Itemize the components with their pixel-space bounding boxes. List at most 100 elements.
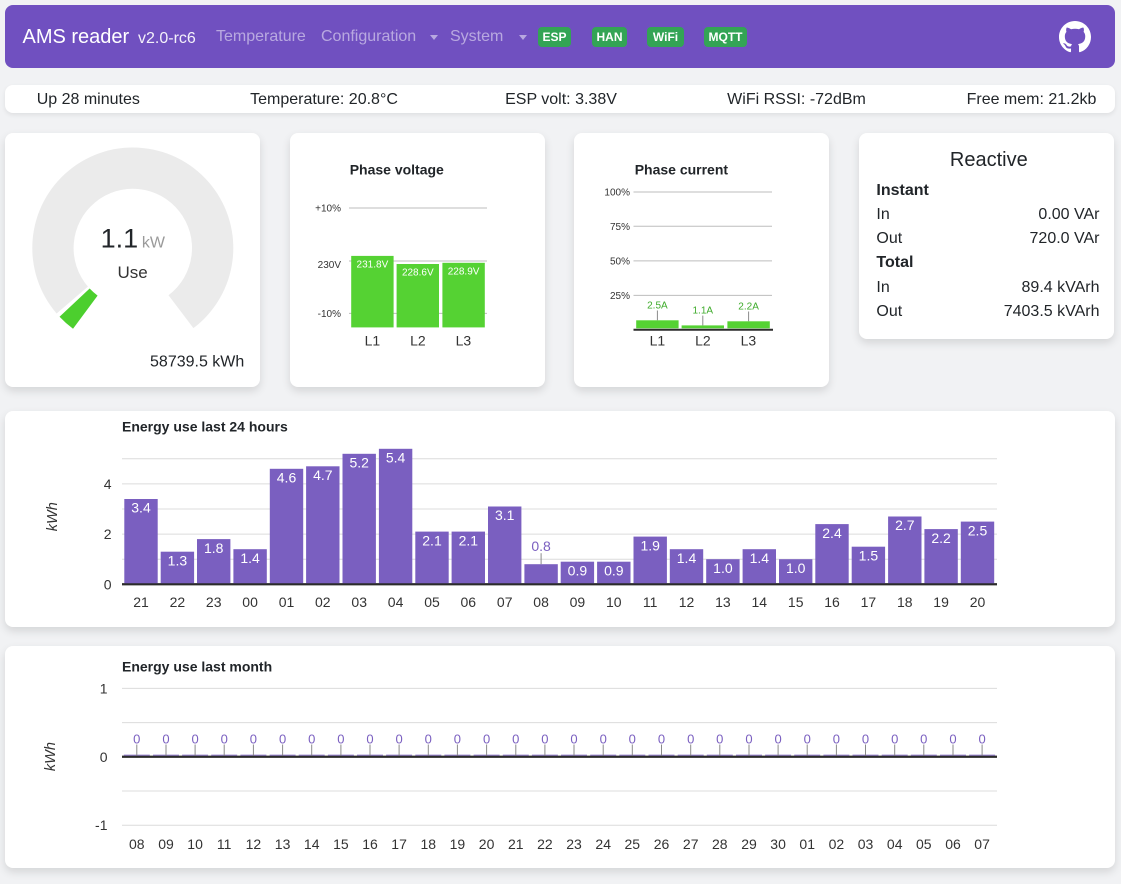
svg-text:04: 04 (388, 594, 404, 610)
svg-text:-1: -1 (95, 817, 108, 833)
svg-text:10: 10 (606, 594, 622, 610)
svg-text:50%: 50% (610, 257, 630, 268)
svg-text:1: 1 (100, 680, 108, 696)
svg-text:27: 27 (683, 836, 699, 852)
svg-text:18: 18 (897, 594, 913, 610)
svg-text:0: 0 (949, 732, 956, 747)
svg-text:0: 0 (687, 732, 694, 747)
svg-text:0.8: 0.8 (531, 538, 551, 554)
svg-text:0: 0 (133, 732, 140, 747)
svg-text:01: 01 (279, 594, 295, 610)
svg-text:23: 23 (566, 836, 582, 852)
svg-text:kWh: kWh (43, 742, 59, 771)
svg-text:1.0: 1.0 (713, 560, 733, 576)
svg-text:26: 26 (654, 836, 670, 852)
svg-text:03: 03 (351, 594, 367, 610)
svg-text:13: 13 (715, 594, 731, 610)
svg-text:228.6V: 228.6V (402, 268, 434, 279)
svg-text:Use: Use (117, 263, 147, 282)
svg-text:0.9: 0.9 (604, 562, 624, 578)
svg-text:0: 0 (716, 732, 723, 747)
svg-text:0: 0 (658, 732, 665, 747)
svg-text:11: 11 (217, 836, 232, 852)
svg-text:28: 28 (712, 836, 728, 852)
svg-text:0: 0 (250, 732, 257, 747)
svg-text:14: 14 (304, 836, 320, 852)
svg-text:0: 0 (191, 732, 198, 747)
svg-text:0: 0 (570, 732, 577, 747)
svg-text:Energy use last 24 hours: Energy use last 24 hours (122, 419, 288, 435)
svg-text:kWh: kWh (45, 502, 61, 531)
svg-text:0: 0 (104, 576, 112, 592)
svg-text:0: 0 (978, 732, 985, 747)
svg-text:Energy use last month: Energy use last month (122, 659, 272, 675)
svg-text:2.5: 2.5 (968, 522, 988, 538)
svg-text:2.5A: 2.5A (647, 301, 668, 312)
svg-text:1.1: 1.1 (101, 224, 139, 254)
svg-text:08: 08 (533, 594, 549, 610)
svg-text:0: 0 (745, 732, 752, 747)
svg-text:0: 0 (395, 732, 402, 747)
svg-text:2.4: 2.4 (822, 525, 842, 541)
svg-text:5.4: 5.4 (386, 450, 406, 466)
svg-text:23: 23 (206, 594, 222, 610)
svg-text:1.4: 1.4 (240, 550, 260, 566)
svg-text:0: 0 (454, 732, 461, 747)
svg-text:30: 30 (770, 836, 786, 852)
svg-text:0: 0 (891, 732, 898, 747)
svg-text:02: 02 (315, 594, 331, 610)
svg-text:kW: kW (142, 235, 166, 252)
svg-text:231.8V: 231.8V (357, 260, 389, 271)
svg-text:16: 16 (362, 836, 378, 852)
svg-text:5.2: 5.2 (349, 455, 369, 471)
svg-text:25%: 25% (610, 291, 630, 302)
svg-text:2.2: 2.2 (931, 530, 951, 546)
svg-text:12: 12 (679, 594, 695, 610)
svg-text:0: 0 (804, 732, 811, 747)
svg-text:15: 15 (788, 594, 804, 610)
svg-text:20: 20 (479, 836, 495, 852)
svg-text:L1: L1 (650, 333, 666, 349)
svg-text:17: 17 (861, 594, 877, 610)
svg-text:0: 0 (833, 732, 840, 747)
svg-text:0: 0 (512, 732, 519, 747)
svg-text:05: 05 (424, 594, 440, 610)
svg-text:07: 07 (974, 836, 990, 852)
svg-text:2.2A: 2.2A (738, 302, 759, 313)
svg-text:09: 09 (570, 594, 586, 610)
svg-text:4.6: 4.6 (277, 470, 297, 486)
svg-text:0: 0 (541, 732, 548, 747)
svg-text:11: 11 (643, 594, 658, 610)
svg-text:09: 09 (158, 836, 174, 852)
svg-text:-10%: -10% (318, 309, 341, 320)
svg-text:02: 02 (829, 836, 845, 852)
svg-text:4: 4 (104, 476, 112, 492)
svg-text:L3: L3 (741, 333, 757, 349)
svg-text:+10%: +10% (315, 204, 341, 215)
svg-text:4.7: 4.7 (313, 467, 333, 483)
svg-text:0: 0 (920, 732, 927, 747)
svg-text:L1: L1 (365, 333, 381, 349)
svg-text:228.9V: 228.9V (448, 267, 480, 278)
svg-text:05: 05 (916, 836, 932, 852)
svg-text:1.1A: 1.1A (693, 306, 714, 317)
svg-text:21: 21 (508, 836, 524, 852)
svg-text:15: 15 (333, 836, 349, 852)
svg-text:75%: 75% (610, 222, 630, 233)
svg-text:14: 14 (752, 594, 768, 610)
svg-text:22: 22 (537, 836, 553, 852)
svg-text:17: 17 (391, 836, 407, 852)
svg-text:230V: 230V (318, 260, 342, 271)
svg-text:10: 10 (187, 836, 203, 852)
svg-text:2.7: 2.7 (895, 517, 915, 533)
svg-text:0: 0 (308, 732, 315, 747)
svg-text:1.3: 1.3 (168, 552, 188, 568)
svg-text:22: 22 (170, 594, 186, 610)
svg-text:2.1: 2.1 (459, 532, 479, 548)
svg-text:04: 04 (887, 836, 903, 852)
svg-text:Phase voltage: Phase voltage (350, 161, 444, 177)
svg-text:00: 00 (242, 594, 258, 610)
svg-text:L2: L2 (695, 333, 711, 349)
svg-text:0: 0 (366, 732, 373, 747)
svg-text:06: 06 (945, 836, 961, 852)
